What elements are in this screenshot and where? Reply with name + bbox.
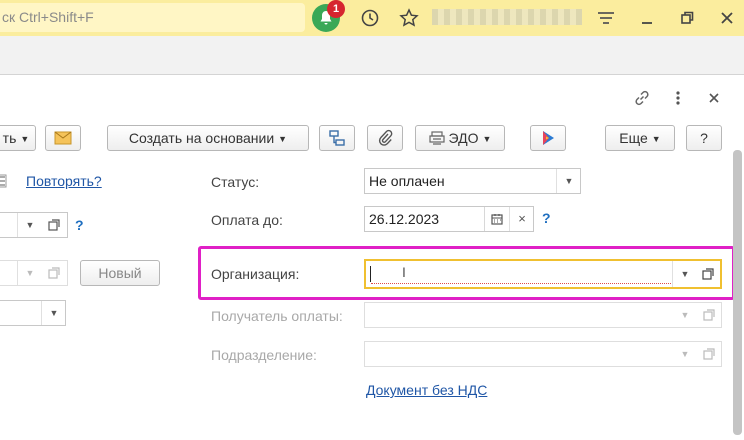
open-icon[interactable] (697, 261, 719, 287)
send-button[interactable] (530, 125, 566, 151)
division-field: ▼ (364, 341, 722, 367)
pay-until-label: Оплата до: (211, 212, 283, 228)
dropdown-button[interactable]: ▼ (41, 301, 66, 325)
close-window-icon[interactable] (716, 8, 738, 32)
minimize-icon[interactable] (636, 8, 658, 32)
left-select-field-2[interactable]: ▼ (0, 300, 66, 326)
create-based-on-button[interactable]: Создать на основании ▼ (107, 125, 309, 151)
vertical-scrollbar[interactable] (733, 150, 742, 435)
create-based-on-label: Создать на основании (128, 130, 275, 146)
edo-button[interactable]: ЭДО ▼ (415, 125, 505, 151)
dropdown-button: ▼ (17, 261, 42, 285)
open-icon (698, 342, 720, 366)
partial-button-label: ть (2, 130, 17, 146)
dropdown-button: ▼ (680, 349, 690, 359)
partial-button[interactable]: ть ▼ (0, 125, 36, 151)
recipient-field: ▼ (364, 302, 722, 328)
dropdown-button[interactable]: ▼ (556, 169, 581, 193)
pay-until-field[interactable]: 26.12.2023 × (364, 206, 534, 232)
hierarchy-icon (329, 130, 345, 146)
dropdown-button[interactable]: ▼ (672, 261, 697, 287)
attach-button[interactable] (367, 125, 403, 151)
search-input[interactable]: ск Ctrl+Shift+F (0, 3, 305, 32)
structure-button[interactable] (319, 125, 355, 151)
open-icon (43, 261, 65, 285)
calendar-button[interactable] (484, 207, 509, 231)
division-label: Подразделение: (211, 347, 317, 363)
help-button[interactable]: ? (686, 125, 722, 151)
caret-down-icon: ▼ (651, 134, 661, 144)
link-icon[interactable] (632, 88, 652, 111)
blurred-username (432, 9, 582, 25)
restore-icon[interactable] (676, 8, 698, 32)
recipient-label: Получатель оплаты: (211, 308, 343, 324)
list-icon (0, 173, 8, 192)
left-select-field-disabled: ▼ (0, 260, 68, 286)
caret-down-icon: ▼ (278, 134, 288, 144)
paperclip-icon (378, 129, 393, 146)
send-arrow-icon (543, 131, 554, 145)
edo-label: ЭДО (448, 130, 479, 146)
open-icon[interactable] (43, 213, 65, 237)
more-label: Еще (619, 130, 648, 146)
organization-label: Организация: (211, 266, 300, 282)
status-value: Не оплачен (369, 173, 445, 189)
more-icon[interactable] (670, 88, 686, 111)
left-select-field[interactable]: ▼ (0, 212, 68, 238)
open-icon (698, 303, 720, 327)
calendar-icon (491, 214, 503, 225)
more-button[interactable]: Еще ▼ (605, 125, 675, 151)
star-icon[interactable] (398, 8, 420, 32)
pay-until-value: 26.12.2023 (369, 211, 440, 227)
text-cursor (370, 266, 371, 282)
help-mark[interactable]: ? (542, 210, 551, 226)
repeat-link[interactable]: Повторять? (26, 173, 102, 189)
tab-bar (0, 36, 744, 75)
new-button[interactable]: Новый (80, 260, 160, 286)
status-label: Статус: (211, 174, 260, 190)
caret-down-icon: ▼ (482, 134, 492, 144)
status-select[interactable]: Не оплачен ▼ (364, 168, 581, 194)
help-mark[interactable]: ? (75, 217, 84, 233)
no-vat-link[interactable]: Документ без НДС (366, 382, 487, 398)
required-underline (371, 283, 671, 284)
edo-icon (428, 131, 445, 145)
envelope-icon (54, 131, 72, 145)
dropdown-button: ▼ (680, 310, 690, 320)
menu-icon[interactable] (594, 8, 618, 32)
organization-input[interactable]: I ▼ (364, 259, 722, 289)
close-form-icon[interactable] (705, 89, 723, 110)
notifications-badge: 1 (327, 0, 345, 18)
caret-down-icon: ▼ (20, 134, 30, 144)
dropdown-button[interactable]: ▼ (17, 213, 42, 237)
history-icon[interactable] (359, 8, 381, 32)
email-button[interactable] (45, 125, 81, 151)
mouse-ibeam-icon: I (402, 264, 406, 280)
clear-button[interactable]: × (509, 207, 534, 231)
